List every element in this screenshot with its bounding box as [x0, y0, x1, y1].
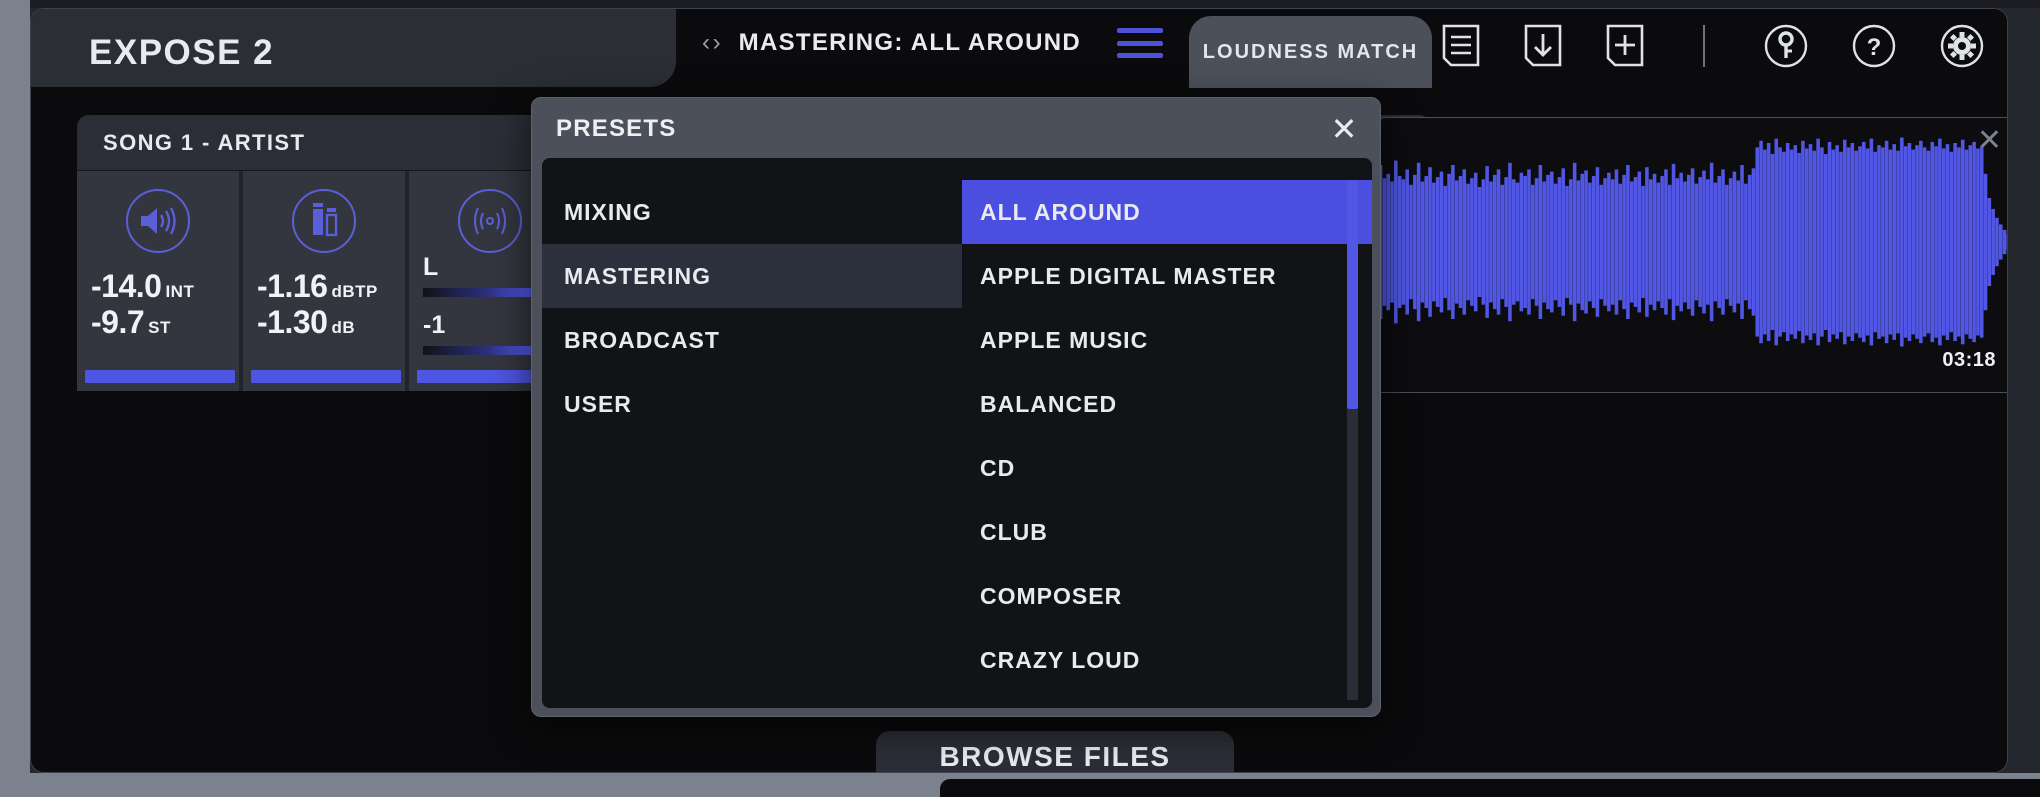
toolbar-icons: ?	[1441, 23, 1985, 69]
meter-unit-1: INT	[165, 282, 195, 301]
tab-loudness-match[interactable]: LOUDNESS MATCH	[1189, 16, 1432, 88]
presets-dialog-title: PRESETS	[556, 115, 677, 142]
import-download-icon[interactable]	[1523, 24, 1563, 68]
meter-level-bar	[251, 370, 401, 383]
preset-list-item[interactable]: COMPOSER	[962, 564, 1372, 628]
window-bottom-inner	[940, 779, 2040, 797]
close-icon[interactable]: ✕	[1308, 98, 1380, 160]
key-icon[interactable]	[1763, 23, 1809, 69]
song-title: SONG 1 - ARTIST	[103, 129, 306, 155]
plugin-window: EXPOSE 2 ‹ › MASTERING: ALL AROUND LOUDN…	[30, 8, 2008, 773]
preset-category-item[interactable]: MASTERING	[542, 244, 962, 308]
preset-list-item[interactable]: ALL AROUND	[962, 180, 1372, 244]
add-file-icon[interactable]	[1605, 24, 1645, 68]
top-bar: EXPOSE 2 ‹ › MASTERING: ALL AROUND LOUDN…	[31, 9, 2007, 88]
scrollbar-thumb[interactable]	[1347, 180, 1358, 409]
preset-list-item[interactable]: CD	[962, 436, 1372, 500]
preset-category-item[interactable]: BROADCAST	[542, 308, 962, 372]
meter-unit-2: dB	[331, 317, 356, 337]
meter-row: -9.7 ST	[91, 303, 239, 341]
waveform-display[interactable]	[1375, 132, 2007, 352]
preset-list-item-label: CRAZY LOUD	[980, 646, 1141, 673]
close-icon[interactable]: ✕	[1977, 126, 2002, 156]
preset-list-item-label: BALANCED	[980, 390, 1118, 417]
meter-unit-2: ST	[148, 317, 171, 337]
presets-dialog-body: MIXING MASTERING BROADCAST USER ALL AROUND A…	[542, 158, 1372, 708]
current-preset-label: MASTERING: ALL AROUND	[738, 29, 1082, 56]
preset-category-label: USER	[564, 390, 632, 417]
meter-row: -1.16 dBTP	[257, 268, 405, 305]
meter-unit-1: dBTP	[331, 282, 378, 301]
meter-value-1: -1.16	[257, 268, 328, 304]
preset-category-list: MIXING MASTERING BROADCAST USER	[542, 158, 962, 708]
gear-icon[interactable]	[1939, 23, 1985, 69]
meter-value-2: -9.7	[91, 303, 145, 340]
preset-list-item[interactable]: CRAZY LOUD	[962, 628, 1372, 692]
window-left-edge	[0, 0, 30, 797]
tab-loudness-match-label: LOUDNESS MATCH	[1202, 40, 1419, 63]
preset-selector[interactable]: ‹ › MASTERING: ALL AROUND	[686, 9, 1196, 77]
meter-peak[interactable]: -1.16 dBTP -1.30 dB	[243, 171, 409, 391]
title-pane: EXPOSE 2	[31, 9, 676, 87]
meter-row: -1.30 dB	[257, 303, 405, 341]
preset-category-item[interactable]: USER	[542, 372, 962, 436]
preset-list-item-label: CLUB	[980, 518, 1048, 545]
preset-list-item[interactable]: APPLE MUSIC	[962, 308, 1372, 372]
help-icon[interactable]: ?	[1851, 23, 1897, 69]
meter-peak-values: -1.16 dBTP -1.30 dB	[243, 268, 405, 341]
meter-value-2: -1.30	[257, 303, 328, 340]
loudness-speaker-icon	[126, 189, 190, 253]
document-list-icon[interactable]	[1441, 24, 1481, 68]
preset-list-item-label: COMPOSER	[980, 582, 1123, 609]
window-bottom-edge	[0, 773, 2040, 797]
preset-category-label: MIXING	[564, 198, 652, 225]
waveform-duration: 03:18	[1942, 349, 1996, 371]
preset-list-item-label: ALL AROUND	[980, 198, 1141, 225]
preset-list-item-label: APPLE DIGITAL MASTER	[980, 262, 1277, 289]
preset-nav-arrows-icon[interactable]: ‹ ›	[702, 29, 721, 57]
preset-list-item[interactable]: APPLE DIGITAL MASTER	[962, 244, 1372, 308]
preset-item-list: ALL AROUND APPLE DIGITAL MASTER APPLE MUSI…	[962, 158, 1372, 708]
preset-list-scrollbar[interactable]	[1347, 180, 1358, 700]
hamburger-icon[interactable]	[1117, 28, 1164, 58]
meter-loudness[interactable]: -14.0 INT -9.7 ST	[77, 171, 243, 391]
meter-value-1: -14.0	[91, 268, 162, 304]
toolbar-divider	[1703, 25, 1705, 67]
presets-dialog: PRESETS ✕ MIXING MASTERING BROADCAST USER A…	[531, 97, 1381, 717]
app-root: EXPOSE 2 ‹ › MASTERING: ALL AROUND LOUDN…	[0, 0, 2040, 797]
svg-text:?: ?	[1867, 34, 1882, 61]
browse-files-label: BROWSE FILES	[939, 741, 1171, 772]
page-title: EXPOSE 2	[89, 33, 275, 72]
meter-level-bar	[85, 370, 235, 383]
preset-list-item[interactable]: BALANCED	[962, 372, 1372, 436]
preset-category-label: MASTERING	[564, 262, 711, 289]
peak-bars-icon	[292, 189, 356, 253]
preset-category-label: BROADCAST	[564, 326, 720, 353]
preset-list-item-label: APPLE MUSIC	[980, 326, 1149, 353]
waveform-card[interactable]: ✕ 03:18	[1374, 117, 2007, 393]
preset-category-item[interactable]: MIXING	[542, 180, 962, 244]
presets-dialog-header: PRESETS ✕	[532, 98, 1380, 160]
window-top-edge	[0, 0, 2040, 8]
meter-loudness-values: -14.0 INT -9.7 ST	[77, 268, 239, 341]
browse-files-button[interactable]: BROWSE FILES	[876, 731, 1234, 772]
stereo-field-icon	[458, 189, 522, 253]
preset-list-item[interactable]: CLUB	[962, 500, 1372, 564]
preset-list-item-label: CD	[980, 454, 1016, 481]
meter-row: -14.0 INT	[91, 268, 239, 305]
